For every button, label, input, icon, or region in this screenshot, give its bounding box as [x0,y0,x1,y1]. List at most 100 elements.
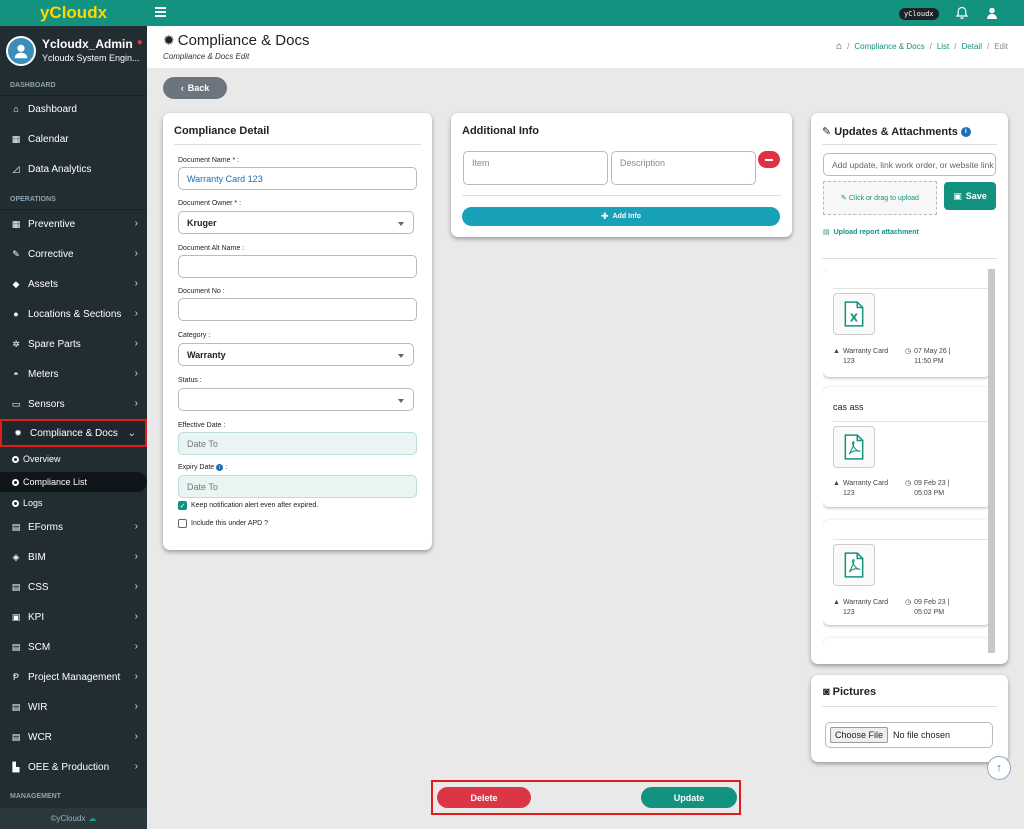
avatar [6,36,36,66]
sidebar-item-wir[interactable]: ▤ WIR › [0,692,147,722]
pdf-file-icon[interactable] [833,426,875,468]
document-name-label: Document Name * : [178,157,240,164]
chevron-right-icon: › [134,701,138,712]
user-menu-icon[interactable] [985,6,999,20]
status-select[interactable] [178,388,414,411]
scroll-to-top-button[interactable]: ↑ [987,756,1011,780]
card-title: Additional Info [462,125,539,137]
sidebar-sub-logs[interactable]: Logs [0,493,147,513]
paperclip-icon: ✎ [841,195,847,202]
monitor-icon: ▭ [11,398,21,409]
bell-icon[interactable] [955,6,969,20]
sidebar-item-meters[interactable]: ◓ Meters › [0,359,147,389]
plus-icon: ✚ [601,211,609,221]
apd-checkbox[interactable]: Include this under APD ? [178,519,268,528]
list-item [823,638,990,649]
add-info-button[interactable]: ✚ Add Info [462,207,780,226]
sidebar-item-bim[interactable]: ◈ BIM › [0,542,147,572]
sidebar-item-sensors[interactable]: ▭ Sensors › [0,389,147,419]
category-select[interactable]: Warranty [178,343,414,366]
org-badge[interactable]: yCloudx [899,8,939,20]
alt-name-input[interactable] [178,255,417,278]
sidebar: yCloudx Ycloudx_Admin ● Ycloudx System En… [0,0,147,829]
sidebar-item-css[interactable]: ▤ CSS › [0,572,147,602]
breadcrumb-list[interactable]: List [937,42,949,51]
sidebar-item-analytics[interactable]: ◿ Data Analytics [0,154,147,184]
sidebar-item-spare-parts[interactable]: ✲ Spare Parts › [0,329,147,359]
sidebar-item-preventive[interactable]: ▦ Preventive › [0,209,147,239]
user-icon: ▲ [833,599,840,606]
breadcrumb-detail[interactable]: Detail [962,42,982,51]
sidebar-item-assets[interactable]: ◆ Assets › [0,269,147,299]
clipboard-icon: ▣ [11,611,21,622]
pdf-file-icon[interactable] [833,544,875,586]
status-dot-icon: ● [136,36,143,48]
form-actions: Delete Update [431,780,741,815]
gauge-icon: ◓ [13,369,19,379]
expiry-date-input[interactable]: Date To [178,475,417,498]
sidebar-item-dashboard[interactable]: ⌂ Dashboard [0,94,147,124]
globe-icon: ● [13,309,19,319]
card-title: Compliance Detail [174,125,270,137]
keep-alert-checkbox[interactable]: ✓ Keep notification alert even after expi… [178,501,318,510]
upload-report-link[interactable]: ▤ Upload report attachment [823,228,919,237]
excel-file-icon[interactable]: X [833,293,875,335]
circle-icon [12,478,19,486]
feed-scrollbar[interactable] [988,269,995,653]
chevron-right-icon: › [134,761,138,772]
sidebar-item-scm[interactable]: ▤ SCM › [0,632,147,662]
back-button[interactable]: ‹ Back [163,77,227,99]
delete-button[interactable]: Delete [437,787,531,808]
sidebar-item-project-management[interactable]: Ᵽ Project Management › [0,662,147,692]
chevron-right-icon: › [134,248,138,259]
choose-file-button[interactable]: Choose File [830,727,889,743]
save-button[interactable]: ▣ Save [944,182,996,210]
sidebar-sub-compliance-list[interactable]: Compliance List [0,472,147,492]
chevron-right-icon: › [134,521,138,532]
cogs-icon: ✲ [12,338,20,349]
picture-file-input[interactable]: Choose File No file chosen [825,722,993,748]
chevron-right-icon: › [134,218,138,229]
wrench-icon: ✎ [12,248,20,259]
circle-icon [12,499,19,507]
breadcrumb-compliance[interactable]: Compliance & Docs [854,42,924,51]
gear-icon: ✹ [163,32,175,48]
file-icon: ▤ [11,521,21,532]
sidebar-item-locations[interactable]: ● Locations & Sections › [0,299,147,329]
update-input[interactable]: Add update, link work order, or website … [823,153,996,176]
sidebar-item-calendar[interactable]: ▦ Calendar [0,124,147,154]
brand-logo[interactable]: yCloudx [0,0,147,26]
document-name-input[interactable]: Warranty Card 123 [178,167,417,190]
home-icon[interactable]: ⌂ [836,41,842,52]
sidebar-sub-overview[interactable]: Overview [0,449,147,469]
sidebar-item-kpi[interactable]: ▣ KPI › [0,602,147,632]
document-owner-select[interactable]: Kruger [178,211,414,234]
item-textarea[interactable]: Item [463,151,608,185]
updates-feed[interactable]: X ▲ Warranty Card 123 ◷ 07 May 26 | 11:50 … [823,269,990,649]
sidebar-item-wcr[interactable]: ▤ WCR › [0,722,147,752]
update-button[interactable]: Update [641,787,737,808]
document-icon: ▤ [11,731,21,742]
menu-icon[interactable] [155,7,166,17]
compliance-detail-card: Compliance Detail Document Name * : Warr… [163,113,432,550]
section-management: MANAGEMENT [10,793,61,800]
user-panel[interactable]: Ycloudx_Admin ● Ycloudx System Engin... [0,26,147,76]
calendar-check-icon: ▦ [11,218,21,229]
document-no-input[interactable] [178,298,417,321]
effective-date-label: Effective Date : [178,422,226,429]
sidebar-item-corrective[interactable]: ✎ Corrective › [0,239,147,269]
topbar: yCloudx [147,0,1024,26]
sidebar-item-oee[interactable]: ▙ OEE & Production › [0,752,147,782]
card-title: ◙ Pictures [823,686,877,698]
effective-date-input[interactable]: Date To [178,432,417,455]
upload-dropzone[interactable]: ✎ Click or drag to upload [823,181,937,215]
sidebar-item-eforms[interactable]: ▤ EForms › [0,512,147,542]
sidebar-item-compliance[interactable]: ✹ Compliance & Docs ⌄ [0,419,147,447]
info-icon[interactable]: i [216,464,224,471]
info-icon[interactable]: i [960,126,971,137]
arrow-up-icon: ↑ [996,762,1002,774]
list-item: cas ass ▲ Warranty Card 123 ◷ 09 Feb 23 | … [823,387,990,507]
remove-row-button[interactable] [758,151,780,168]
industry-icon: ▙ [12,761,20,772]
description-textarea[interactable]: Description [611,151,756,185]
